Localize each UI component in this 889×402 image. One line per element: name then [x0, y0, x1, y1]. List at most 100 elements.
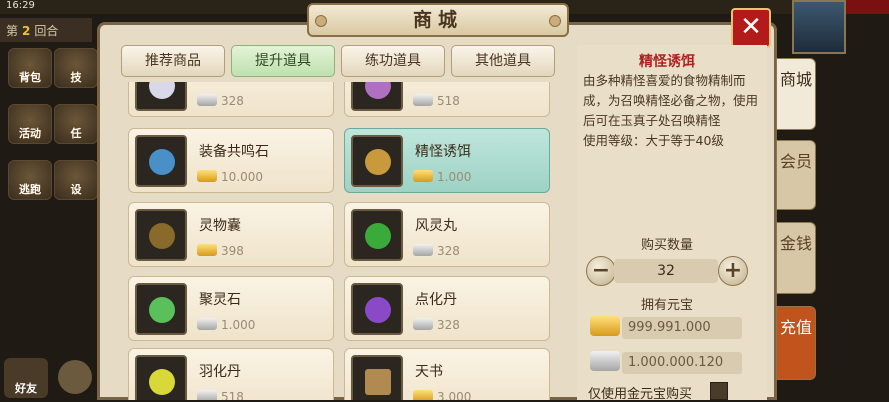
item-price: 3.000: [437, 390, 472, 400]
item-card[interactable]: 装备共鸣石 10.000: [128, 128, 334, 193]
item-glyph: [149, 149, 175, 175]
gold-coin-icon: [413, 390, 433, 400]
item-card[interactable]: 聚灵石 1.000: [128, 276, 334, 341]
detail-description: 由多种精怪喜爱的食物精制而成，为召唤精怪必备之物，使用后可在玉真子处召唤精怪 使…: [583, 71, 759, 151]
item-price: 518: [437, 94, 460, 108]
settings-button[interactable]: 设: [54, 160, 98, 200]
item-name: 灵物囊: [199, 218, 241, 234]
round-prefix: 第: [6, 24, 19, 38]
silver-coin-icon: [197, 94, 217, 106]
tab-upgrade[interactable]: 提升道具: [231, 45, 335, 77]
silver-coin-icon: [413, 318, 433, 330]
avatar[interactable]: [792, 0, 846, 54]
item-icon: [351, 209, 403, 261]
item-card[interactable]: 点化丹 328: [344, 276, 550, 341]
item-glyph: [365, 223, 391, 249]
description-text: 由多种精怪喜爱的食物精制而成，为召唤精怪必备之物，使用后可在玉真子处召唤精怪: [583, 73, 759, 128]
skill-label: 技: [70, 71, 82, 84]
chat-icon[interactable]: [58, 360, 92, 394]
clock: 16:29: [6, 0, 35, 11]
silver-coin-icon: [197, 390, 217, 400]
item-name: 点化丹: [415, 292, 457, 308]
plus-button[interactable]: +: [718, 256, 748, 286]
quantity-stepper[interactable]: 32: [614, 259, 718, 283]
level-requirement: 使用等级：大于等于40级: [583, 133, 724, 148]
only-gold-checkbox[interactable]: [710, 382, 728, 400]
item-name: 羽化丹: [199, 364, 241, 380]
skill-button[interactable]: 技: [54, 48, 98, 88]
item-price: 10.000: [221, 170, 263, 184]
only-gold-label: 仅使用金元宝购买: [588, 387, 693, 402]
activity-button[interactable]: 活动: [8, 104, 52, 144]
item-name: 风灵丸: [415, 218, 457, 234]
silver-ingot-icon: [590, 351, 620, 371]
item-price: 1.000: [437, 170, 472, 184]
item-card-selected[interactable]: 精怪诱饵 1.000: [344, 128, 550, 193]
item-card[interactable]: 328: [128, 82, 334, 117]
task-label: 任: [70, 127, 82, 140]
item-glyph: [365, 82, 391, 99]
item-price: 328: [221, 94, 244, 108]
item-icon: [351, 283, 403, 335]
close-icon[interactable]: ✕: [731, 8, 771, 48]
silver-coin-icon: [413, 94, 433, 106]
item-glyph: [149, 82, 175, 99]
item-card[interactable]: 风灵丸 328: [344, 202, 550, 267]
side-tab-member[interactable]: 会员: [776, 140, 816, 210]
detail-item-name: 精怪诱饵: [639, 54, 695, 70]
friend-label: 好友: [15, 382, 37, 395]
item-icon: [135, 355, 187, 400]
silver-amount: 1.000.000.120: [622, 352, 742, 374]
item-icon: [351, 82, 403, 111]
item-glyph: [365, 369, 391, 395]
tab-training[interactable]: 练功道具: [341, 45, 445, 77]
friend-button[interactable]: 好友: [4, 358, 48, 398]
escape-button[interactable]: 逃跑: [8, 160, 52, 200]
item-name: 聚灵石: [199, 292, 241, 308]
owned-label: 拥有元宝: [640, 298, 693, 313]
activity-label: 活动: [19, 127, 41, 140]
item-name: 精怪诱饵: [415, 144, 471, 160]
item-glyph: [365, 297, 391, 323]
shop-title: 商城: [307, 3, 569, 37]
bag-button[interactable]: 背包: [8, 48, 52, 88]
minus-button[interactable]: −: [586, 256, 616, 286]
item-icon: [135, 82, 187, 111]
item-card[interactable]: 灵物囊 398: [128, 202, 334, 267]
side-tab-money[interactable]: 金钱: [776, 222, 816, 294]
item-price: 518: [221, 390, 244, 400]
item-price: 398: [221, 244, 244, 258]
tab-recommended[interactable]: 推荐商品: [121, 45, 225, 77]
silver-coin-icon: [197, 318, 217, 330]
task-button[interactable]: 任: [54, 104, 98, 144]
item-price: 328: [437, 244, 460, 258]
round-indicator: 第 2 回合: [0, 18, 92, 42]
gold-amount: 999.991.000: [622, 317, 742, 339]
silver-coin-icon: [413, 244, 433, 256]
item-card[interactable]: 天书 3.000: [344, 348, 550, 400]
hp-bar: [846, 0, 889, 14]
tab-other[interactable]: 其他道具: [451, 45, 555, 77]
item-icon: [135, 135, 187, 187]
item-grid[interactable]: 328 518 装备共鸣石 10.000 精怪诱饵 1.000 灵物囊 398 …: [120, 82, 564, 400]
item-name: 天书: [415, 364, 443, 380]
gold-coin-icon: [197, 170, 217, 182]
item-card[interactable]: 羽化丹 518: [128, 348, 334, 400]
item-glyph: [149, 369, 175, 395]
item-card[interactable]: 518: [344, 82, 550, 117]
gold-coin-icon: [197, 244, 217, 256]
gold-ingot-icon: [590, 316, 620, 336]
item-name: 装备共鸣石: [199, 144, 269, 160]
item-glyph: [365, 149, 391, 175]
side-tab-shop[interactable]: 商城: [776, 58, 816, 130]
bag-label: 背包: [19, 71, 41, 84]
item-price: 1.000: [221, 318, 256, 332]
side-tab-recharge[interactable]: 充值: [776, 306, 816, 380]
item-icon: [135, 283, 187, 335]
item-glyph: [149, 223, 175, 249]
detail-panel: 精怪诱饵 由多种精怪喜爱的食物精制而成，为召唤精怪必备之物，使用后可在玉真子处召…: [577, 45, 767, 400]
escape-label: 逃跑: [19, 183, 41, 196]
item-icon: [135, 209, 187, 261]
quantity-label: 购买数量: [640, 238, 693, 253]
item-price: 328: [437, 318, 460, 332]
